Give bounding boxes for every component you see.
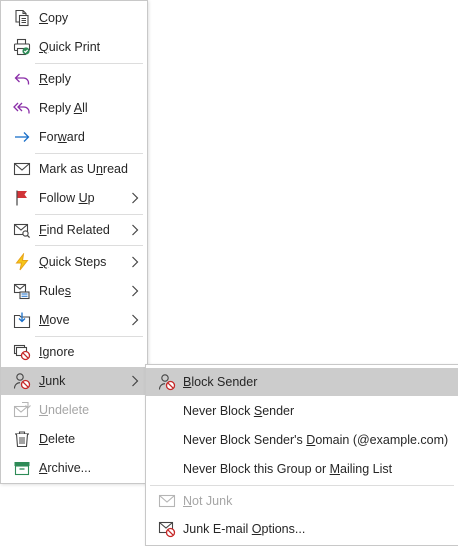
- chevron-right-icon: [131, 314, 139, 326]
- menu-item-label: Copy: [39, 11, 69, 25]
- reply-icon: [13, 70, 31, 88]
- menu-item-reply-all[interactable]: Reply All: [1, 94, 147, 122]
- submenu-item-label: Block Sender: [183, 375, 258, 389]
- submenu-item-never-block-sender[interactable]: Never Block Sender: [146, 397, 458, 425]
- undelete-icon: [13, 401, 31, 419]
- move-icon: [13, 311, 31, 329]
- find-related-icon: [13, 221, 31, 239]
- submenu-item-never-block-domain[interactable]: Never Block Sender's Domain (@example.co…: [146, 426, 458, 454]
- menu-item-find-related[interactable]: Find Related: [1, 216, 147, 244]
- menu-item-label: Delete: [39, 432, 76, 446]
- junk-submenu: Block Sender Never Block Sender Never Bl…: [145, 364, 458, 546]
- menu-item-label: Find Related: [39, 223, 110, 237]
- menu-item-quick-print[interactable]: Quick Print: [1, 33, 147, 61]
- lightning-icon: [13, 253, 31, 271]
- menu-item-label: Mark as Unread: [39, 162, 128, 176]
- submenu-item-block-sender[interactable]: Block Sender: [146, 368, 458, 396]
- menu-item-label: Follow Up: [39, 191, 95, 205]
- menu-item-quick-steps[interactable]: Quick Steps: [1, 248, 147, 276]
- submenu-item-label: Never Block Sender: [183, 404, 295, 418]
- junk-icon: [13, 372, 31, 390]
- menu-item-label: Move: [39, 313, 70, 327]
- menu-item-label: Reply All: [39, 101, 88, 115]
- menu-item-delete[interactable]: Delete: [1, 425, 147, 453]
- menu-item-ignore[interactable]: Ignore: [1, 338, 147, 366]
- menu-divider: [35, 214, 143, 215]
- copy-icon: [13, 9, 31, 27]
- submenu-item-label: Never Block Sender's Domain (@example.co…: [183, 433, 449, 447]
- menu-divider: [150, 485, 454, 486]
- trash-icon: [13, 430, 31, 448]
- menu-item-archive[interactable]: Archive...: [1, 454, 147, 482]
- menu-item-forward[interactable]: Forward: [1, 123, 147, 151]
- junk-options-icon: [158, 520, 176, 538]
- block-sender-icon: [158, 373, 176, 391]
- chevron-right-icon: [131, 285, 139, 297]
- flag-icon: [13, 189, 31, 207]
- menu-divider: [35, 63, 143, 64]
- ignore-icon: [13, 343, 31, 361]
- chevron-right-icon: [131, 192, 139, 204]
- menu-item-junk[interactable]: Junk: [1, 367, 147, 395]
- menu-item-move[interactable]: Move: [1, 306, 147, 334]
- menu-divider: [35, 153, 143, 154]
- submenu-item-label: Junk E-mail Options...: [183, 522, 306, 536]
- reply-all-icon: [13, 99, 31, 117]
- submenu-item-never-block-group[interactable]: Never Block this Group or Mailing List: [146, 455, 458, 483]
- chevron-right-icon: [131, 375, 139, 387]
- chevron-right-icon: [131, 256, 139, 268]
- menu-divider: [35, 336, 143, 337]
- menu-item-label: Forward: [39, 130, 85, 144]
- menu-item-label: Rules: [39, 284, 71, 298]
- chevron-right-icon: [131, 224, 139, 236]
- not-junk-icon: [158, 492, 176, 510]
- menu-item-label: Archive...: [39, 461, 92, 475]
- submenu-item-junk-email-options[interactable]: Junk E-mail Options...: [146, 515, 458, 543]
- submenu-item-label: Never Block this Group or Mailing List: [183, 462, 393, 476]
- menu-item-undelete[interactable]: Undelete: [1, 396, 147, 424]
- archive-icon: [13, 459, 31, 477]
- menu-item-follow-up[interactable]: Follow Up: [1, 184, 147, 212]
- menu-divider: [35, 245, 143, 246]
- quick-print-icon: [13, 38, 31, 56]
- menu-item-mark-as-unread[interactable]: Mark as Unread: [1, 155, 147, 183]
- menu-item-label: Quick Print: [39, 40, 101, 54]
- submenu-item-not-junk[interactable]: Not Junk: [146, 487, 458, 515]
- forward-icon: [13, 128, 31, 146]
- menu-item-copy[interactable]: Copy: [1, 4, 147, 32]
- menu-item-reply[interactable]: Reply: [1, 65, 147, 93]
- menu-item-label: Undelete: [39, 403, 90, 417]
- menu-item-label: Junk: [39, 374, 66, 388]
- menu-item-label: Quick Steps: [39, 255, 107, 269]
- rules-icon: [13, 282, 31, 300]
- submenu-item-label: Not Junk: [183, 494, 233, 508]
- menu-item-rules[interactable]: Rules: [1, 277, 147, 305]
- envelope-icon: [13, 160, 31, 178]
- menu-item-label: Ignore: [39, 345, 75, 359]
- context-menu: Copy Quick Print Reply Reply All Forward…: [0, 0, 148, 484]
- menu-item-label: Reply: [39, 72, 71, 86]
